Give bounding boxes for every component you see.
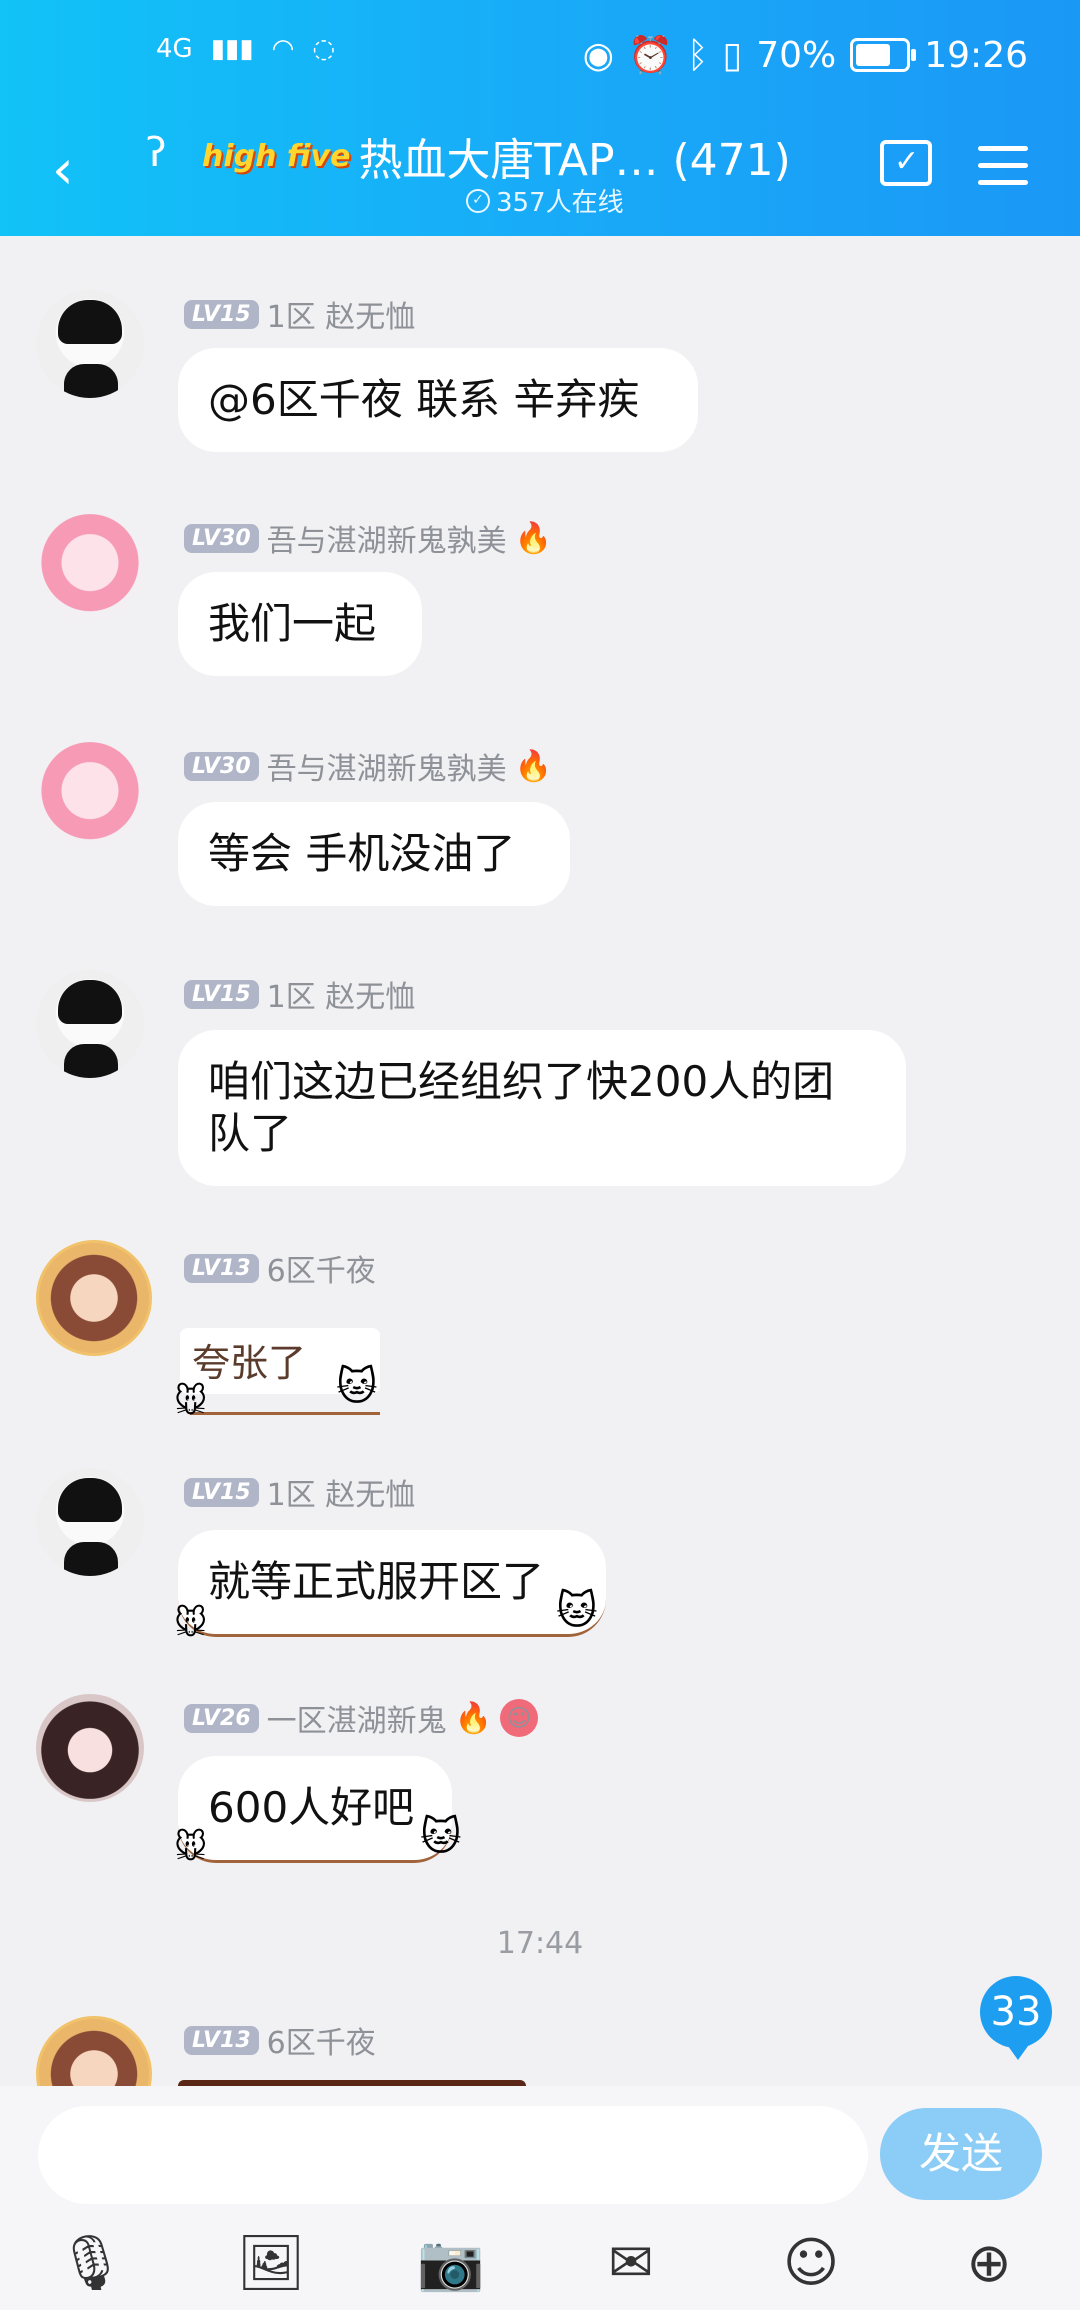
menu-icon[interactable]: [978, 146, 1028, 197]
eye-icon: ◉: [582, 34, 614, 76]
mouse-decoration-icon: 🐭: [174, 1604, 208, 1642]
mic-icon[interactable]: 🎙: [56, 2228, 126, 2298]
nav-bar: ‹ ʔ high five 热血大唐TAP… (471) ✓ 357人在线: [0, 110, 1080, 236]
cat-decoration-icon: 🐱: [420, 1814, 462, 1860]
sender-meta: LV30 吾与湛湖新鬼孰美 🔥: [184, 516, 552, 560]
message-bubble[interactable]: 咱们这边已经组织了快200人的团队了: [178, 1030, 906, 1186]
avatar[interactable]: [36, 742, 144, 850]
online-icon: ✓: [466, 188, 490, 213]
level-badge: LV15: [184, 1477, 259, 1507]
time-separator: 17:44: [496, 1926, 584, 1961]
message: LV30 吾与湛湖新鬼孰美 🔥 我们一起: [0, 510, 1080, 690]
message: LV26 一区湛湖新鬼 🔥 ☺ 600人好吧 🐭 🐱: [0, 1690, 1080, 1900]
smile-badge-icon: ☺: [500, 1699, 538, 1737]
cat-decoration-icon: 🐱: [336, 1364, 378, 1410]
online-text: 357人在线: [496, 188, 624, 218]
sender-name[interactable]: 吾与湛湖新鬼孰美: [267, 744, 507, 788]
avatar[interactable]: [36, 970, 144, 1078]
sender-name[interactable]: 吾与湛湖新鬼孰美: [267, 516, 507, 560]
message-bubble[interactable]: @6区千夜 联系 辛弃疾: [178, 348, 698, 452]
wechat-icon: ◌: [312, 34, 336, 64]
cat-decoration-icon: 🐱: [556, 1588, 598, 1634]
image-icon[interactable]: 🖼: [236, 2228, 306, 2298]
level-badge: LV15: [184, 979, 259, 1009]
level-badge: LV30: [184, 751, 259, 781]
group-title[interactable]: high five 热血大唐TAP… (471): [202, 124, 791, 188]
battery-percent: 70%: [756, 34, 837, 76]
sender-meta: LV15 1区 赵无恤: [184, 292, 415, 336]
message-bubble[interactable]: 等会 手机没油了: [178, 802, 570, 906]
bluetooth-icon: ᛒ: [686, 34, 709, 76]
sender-name[interactable]: 1区 赵无恤: [267, 292, 416, 336]
message: LV15 1区 赵无恤 咱们这边已经组织了快200人的团队了: [0, 964, 1080, 1204]
sender-meta: LV13 6区千夜: [184, 2018, 376, 2062]
message: LV15 1区 赵无恤 就等正式服开区了 🐭 🐱: [0, 1462, 1080, 1662]
flame-icon: 🔥: [514, 748, 552, 784]
message-input[interactable]: [38, 2106, 868, 2204]
level-badge: LV13: [184, 1253, 259, 1283]
sender-name[interactable]: 6区千夜: [267, 1246, 376, 1290]
avatar[interactable]: [36, 1694, 144, 1802]
message-bubble[interactable]: 我们一起: [178, 572, 422, 676]
avatar[interactable]: [36, 2016, 152, 2086]
camera-icon[interactable]: 📷: [416, 2228, 486, 2298]
sender-meta: LV30 吾与湛湖新鬼孰美 🔥: [184, 744, 552, 788]
mouse-decoration-icon: 🐭: [174, 1828, 208, 1866]
level-badge: LV26: [184, 1703, 259, 1733]
sticker-underline: [190, 1412, 380, 1415]
calendar-check-icon[interactable]: [880, 140, 932, 186]
network-label: 4G: [156, 34, 193, 64]
status-bar: 4G ▮▮▮ ◠ ◌ ◉ ⏰ ᛒ ▯ 70% 19:26: [0, 0, 1080, 110]
sender-name[interactable]: 1区 赵无恤: [267, 1470, 416, 1514]
battery-icon: [850, 38, 917, 72]
plus-icon[interactable]: ⊕: [954, 2228, 1024, 2298]
brand-logo: high five: [202, 138, 351, 174]
message-bubble[interactable]: 600人好吧: [178, 1756, 452, 1863]
signal-icon: ▮▮▮: [210, 34, 254, 64]
sender-meta: LV13 6区千夜: [184, 1246, 376, 1290]
level-badge: LV30: [184, 523, 259, 553]
online-count: ✓ 357人在线: [466, 182, 624, 219]
message-bubble[interactable]: 就等正式服开区了: [178, 1530, 606, 1637]
avatar[interactable]: [36, 1468, 144, 1576]
sender-meta: LV15 1区 赵无恤: [184, 1470, 415, 1514]
message: LV13 6区千夜 夸张了 🐭 🐱: [0, 1234, 1080, 1434]
header: 4G ▮▮▮ ◠ ◌ ◉ ⏰ ᛒ ▯ 70% 19:26 ‹ ʔ high fi…: [0, 0, 1080, 236]
alarm-icon: ⏰: [627, 35, 673, 76]
back-icon[interactable]: ‹: [52, 140, 92, 200]
flame-icon: 🔥: [454, 1700, 492, 1736]
message: LV15 1区 赵无恤 @6区千夜 联系 辛弃疾: [0, 284, 1080, 474]
clock: 19:26: [924, 34, 1028, 76]
ear-icon[interactable]: ʔ: [146, 130, 166, 176]
toolbar: 🎙 🖼 📷 ✉ ☺ ⊕: [0, 2228, 1080, 2308]
input-bar: 发送 🎙 🖼 📷 ✉ ☺ ⊕: [0, 2086, 1080, 2310]
avatar[interactable]: [36, 290, 144, 398]
sender-name[interactable]: 一区湛湖新鬼: [267, 1696, 447, 1740]
mouse-decoration-icon: 🐭: [174, 1382, 208, 1420]
flame-icon: 🔥: [514, 520, 552, 556]
sender-meta: LV26 一区湛湖新鬼 🔥 ☺: [184, 1696, 538, 1740]
wifi-icon: ◠: [271, 34, 295, 64]
sender-name[interactable]: 6区千夜: [267, 2018, 376, 2062]
level-badge: LV15: [184, 299, 259, 329]
message: LV30 吾与湛湖新鬼孰美 🔥 等会 手机没油了: [0, 738, 1080, 918]
message: LV13 6区千夜: [0, 2012, 1080, 2086]
emoji-icon[interactable]: ☺: [776, 2228, 846, 2298]
sender-name[interactable]: 1区 赵无恤: [267, 972, 416, 1016]
red-packet-icon[interactable]: ✉: [596, 2228, 666, 2298]
avatar[interactable]: [36, 1240, 152, 1356]
page-title: 热血大唐TAP… (471): [358, 135, 791, 186]
unread-count-badge[interactable]: 33: [980, 1976, 1052, 2060]
sender-meta: LV15 1区 赵无恤: [184, 972, 415, 1016]
send-button[interactable]: 发送: [880, 2108, 1042, 2200]
avatar[interactable]: [36, 514, 144, 622]
vibrate-icon: ▯: [722, 34, 743, 76]
level-badge: LV13: [184, 2025, 259, 2055]
